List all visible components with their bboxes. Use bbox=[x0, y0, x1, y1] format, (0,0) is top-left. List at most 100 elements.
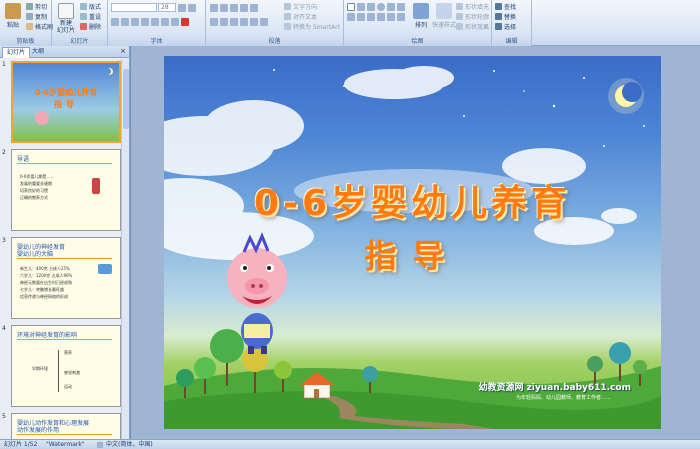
pane-scrollbar[interactable] bbox=[121, 59, 129, 439]
cut-button[interactable]: 剪切 bbox=[26, 2, 47, 11]
select-button[interactable]: 选择 bbox=[495, 22, 516, 31]
case-icon[interactable] bbox=[171, 18, 179, 26]
scrollbar-thumb[interactable] bbox=[123, 69, 129, 129]
spacing-icon[interactable] bbox=[161, 18, 169, 26]
oval-shape-icon[interactable] bbox=[377, 3, 385, 11]
moon-icon bbox=[608, 78, 644, 114]
font-size-buttons bbox=[178, 4, 196, 12]
divider bbox=[17, 339, 112, 340]
replace-button[interactable]: 替换 bbox=[495, 12, 516, 21]
slide-thumbnail-1[interactable]: 0-6岁婴幼儿养育 指导 bbox=[11, 61, 121, 143]
distribute-icon[interactable] bbox=[250, 18, 258, 26]
pig-character-image bbox=[35, 111, 49, 125]
font-color-icon[interactable] bbox=[181, 18, 189, 26]
tab-outline[interactable]: 大纲 bbox=[28, 47, 48, 58]
paste-button[interactable]: 粘贴 bbox=[2, 3, 24, 29]
drawing-group: 排列 快速样式 形状填充 形状轮廓 形状效果 绘图 bbox=[344, 0, 492, 46]
triangle-shape-icon[interactable] bbox=[387, 3, 395, 11]
paste-icon bbox=[5, 3, 21, 19]
language-indicator[interactable]: 中文(简体，中国) bbox=[106, 440, 153, 449]
increase-indent-icon[interactable] bbox=[240, 4, 248, 12]
shape-effects-button[interactable]: 形状效果 bbox=[456, 22, 489, 31]
line-spacing-icon[interactable] bbox=[250, 4, 258, 12]
decrease-indent-icon[interactable] bbox=[230, 4, 238, 12]
shape-fill-button[interactable]: 形状填充 bbox=[456, 2, 489, 11]
theme-name: "Watermark" bbox=[46, 441, 85, 448]
line-shape-icon[interactable] bbox=[357, 3, 365, 11]
format-painter-button[interactable]: 格式刷 bbox=[26, 22, 53, 31]
slide-subtitle[interactable]: 指导 bbox=[164, 231, 661, 277]
font-style-buttons bbox=[111, 18, 189, 26]
delete-icon bbox=[80, 23, 87, 30]
slide-thumbnail-5[interactable]: 婴幼儿动作发育和心理发展 动作发展的作用 bbox=[11, 413, 121, 439]
reset-icon bbox=[80, 13, 87, 20]
brace-line bbox=[58, 350, 62, 392]
arrow-shape-icon[interactable] bbox=[367, 3, 375, 11]
cursor-icon bbox=[495, 23, 502, 30]
paragraph-group-label: 段落 bbox=[206, 37, 343, 46]
new-slide-button[interactable]: 新建 幻灯片 bbox=[55, 3, 77, 34]
font-name-field[interactable] bbox=[111, 3, 157, 12]
divider bbox=[17, 434, 112, 435]
reset-button[interactable]: 重设 bbox=[80, 12, 101, 21]
align-right-icon[interactable] bbox=[230, 18, 238, 26]
align-left-icon[interactable] bbox=[210, 18, 218, 26]
rectangle-shape-icon[interactable] bbox=[347, 3, 355, 11]
slide-number: 4 bbox=[2, 325, 6, 332]
thumbnail-list[interactable]: 1 0-6岁婴幼儿养育 指导 2 导语 0-6岁婴儿期是…… 发展的重要关键期 … bbox=[0, 59, 122, 439]
cube-shape-icon[interactable] bbox=[387, 13, 395, 21]
curve-shape-icon[interactable] bbox=[367, 13, 375, 21]
slide-title[interactable]: 0-6岁婴幼儿养育 bbox=[164, 174, 661, 226]
find-button[interactable]: 查找 bbox=[495, 2, 516, 11]
tab-slides[interactable]: 幻灯片 bbox=[2, 47, 31, 58]
thumbnail-title-2: 动作发展的作用 bbox=[17, 427, 60, 434]
shape-outline-button[interactable]: 形状轮廓 bbox=[456, 12, 489, 21]
replace-icon bbox=[495, 13, 502, 20]
more-shapes-icon[interactable] bbox=[397, 13, 405, 21]
shrink-font-icon[interactable] bbox=[188, 4, 196, 12]
drawing-group-label: 绘图 bbox=[344, 37, 491, 46]
font-size-field[interactable]: 28 bbox=[158, 3, 176, 12]
arrange-icon bbox=[413, 3, 429, 19]
bullets-icon[interactable] bbox=[210, 4, 218, 12]
shadow-icon[interactable] bbox=[151, 18, 159, 26]
align-text-button[interactable]: 对齐文本 bbox=[284, 12, 317, 21]
text-direction-icon bbox=[284, 3, 291, 10]
thumbnail-bullet: 培养良好的习惯 bbox=[20, 188, 48, 193]
italic-icon[interactable] bbox=[121, 18, 129, 26]
thumbnail-bullet: 六岁儿：1200克 占成人90% bbox=[20, 273, 73, 278]
slide-editor[interactable]: 0-6岁婴幼儿养育 指导 幼教资源网 ziyuan.baby611.com 为年… bbox=[131, 46, 700, 439]
brush-icon bbox=[26, 23, 33, 30]
brace-shape-icon[interactable] bbox=[357, 13, 365, 21]
underline-icon[interactable] bbox=[131, 18, 139, 26]
delete-button[interactable]: 删除 bbox=[80, 22, 101, 31]
smartart-button[interactable]: 转换为 SmartArt bbox=[284, 22, 340, 31]
strikethrough-icon[interactable] bbox=[141, 18, 149, 26]
scissors-icon bbox=[26, 3, 33, 10]
arrange-button[interactable]: 排列 bbox=[410, 3, 432, 29]
slide-thumbnail-4[interactable]: 环境对神经发育的影响 早期环境 营养 感觉刺激 运动 bbox=[11, 325, 121, 407]
slide-number: 5 bbox=[2, 413, 6, 420]
block-arrow-shape-icon[interactable] bbox=[377, 13, 385, 21]
slide-thumbnail-3[interactable]: 婴幼儿的神经发育 婴幼儿的大脑 新生儿：400克 占成人25% 六岁儿：1200… bbox=[11, 237, 121, 319]
columns-icon[interactable] bbox=[260, 18, 268, 26]
current-slide[interactable]: 0-6岁婴幼儿养育 指导 幼教资源网 ziyuan.baby611.com 为年… bbox=[164, 56, 661, 429]
shapes-gallery[interactable] bbox=[347, 3, 407, 21]
align-text-icon bbox=[284, 13, 291, 20]
star-shape-icon[interactable] bbox=[397, 3, 405, 11]
callout-shape-icon[interactable] bbox=[347, 13, 355, 21]
fill-bucket-icon bbox=[456, 3, 463, 10]
close-icon[interactable]: × bbox=[120, 47, 126, 55]
justify-icon[interactable] bbox=[240, 18, 248, 26]
numbering-icon[interactable] bbox=[220, 4, 228, 12]
copy-button[interactable]: 复制 bbox=[26, 12, 47, 21]
layout-button[interactable]: 版式 bbox=[80, 2, 101, 11]
grow-font-icon[interactable] bbox=[178, 4, 186, 12]
text-direction-button[interactable]: 文字方向 bbox=[284, 2, 317, 11]
slide-number: 1 bbox=[2, 61, 6, 68]
slide-thumbnail-2[interactable]: 导语 0-6岁婴儿期是…… 发展的重要关键期 培养良好的习惯 正确的教养方式 bbox=[11, 149, 121, 231]
align-center-icon[interactable] bbox=[220, 18, 228, 26]
quick-styles-button[interactable]: 快速样式 bbox=[432, 3, 456, 29]
bold-icon[interactable] bbox=[111, 18, 119, 26]
slide-counter: 幻灯片 1/52 bbox=[4, 441, 38, 448]
